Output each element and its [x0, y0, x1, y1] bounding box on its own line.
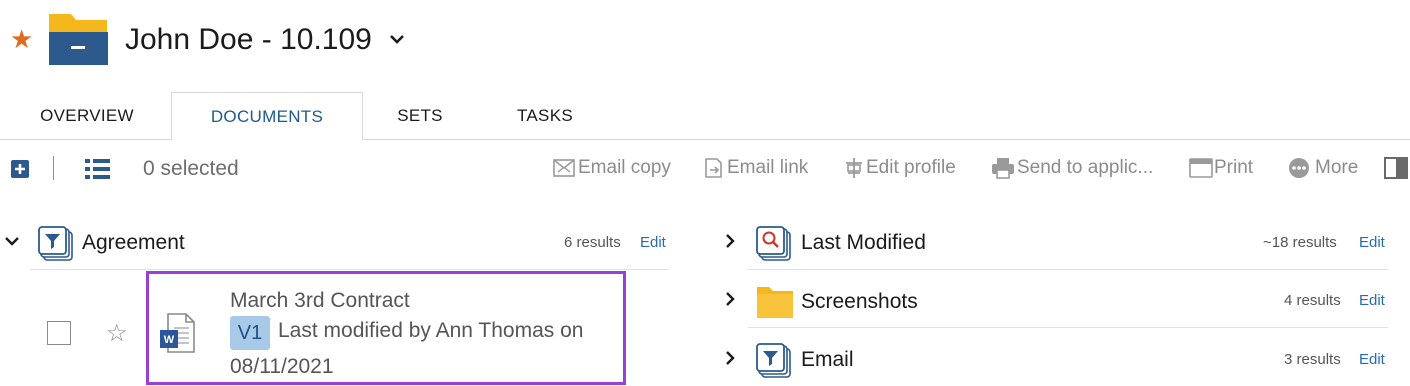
section-results-count: 4 results	[1284, 292, 1341, 309]
section-title-email[interactable]: Email	[801, 348, 854, 372]
section-edit-link[interactable]: Edit	[1359, 350, 1385, 370]
more-icon	[1288, 157, 1310, 179]
edit-profile-button[interactable]: Edit profile	[866, 156, 956, 180]
version-badge: V1	[230, 316, 270, 350]
favorite-star-icon[interactable]: ★	[10, 26, 33, 52]
more-button[interactable]: More	[1315, 156, 1358, 180]
send-to-application-button[interactable]: Send to applic...	[1017, 156, 1153, 180]
email-link-button[interactable]: Email link	[727, 156, 808, 180]
section-divider	[748, 327, 1388, 328]
row-select-checkbox[interactable]	[47, 321, 71, 345]
section-title-agreement[interactable]: Agreement	[82, 231, 185, 255]
tab-sets[interactable]: SETS	[380, 92, 460, 139]
page-title: John Doe - 10.109	[125, 23, 372, 56]
email-copy-button[interactable]: Email copy	[578, 156, 671, 180]
tab-tasks[interactable]: TASKS	[500, 92, 590, 139]
print-icon	[1189, 158, 1213, 178]
section-divider	[30, 269, 669, 270]
section-edit-link[interactable]: Edit	[640, 233, 666, 253]
toolbar-separator	[53, 156, 54, 180]
tab-documents[interactable]: DOCUMENTS	[171, 92, 363, 141]
tab-overview[interactable]: OVERVIEW	[22, 92, 152, 139]
workspace-folder-icon	[48, 12, 108, 66]
section-title-last-modified[interactable]: Last Modified	[801, 231, 926, 255]
document-title[interactable]: March 3rd Contract	[230, 288, 410, 314]
section-title-screenshots[interactable]: Screenshots	[801, 290, 918, 314]
svg-text:W: W	[164, 334, 175, 346]
selected-count: 0 selected	[143, 157, 239, 180]
expand-chevron-icon[interactable]	[722, 350, 738, 366]
search-stack-icon	[756, 226, 792, 262]
section-results-count: ~18 results	[1263, 234, 1337, 251]
collapse-chevron-icon[interactable]	[4, 233, 20, 249]
email-link-icon	[703, 157, 725, 179]
section-results-count: 3 results	[1284, 351, 1341, 368]
document-modified-date: 08/11/2021	[230, 355, 334, 378]
panel-toggle-icon[interactable]	[1384, 157, 1408, 179]
filter-stack-icon	[756, 343, 792, 379]
list-view-icon[interactable]	[85, 158, 111, 180]
title-chevron-down-icon[interactable]	[386, 28, 408, 55]
section-edit-link[interactable]: Edit	[1359, 233, 1385, 253]
section-edit-link[interactable]: Edit	[1359, 291, 1385, 311]
word-document-icon: W	[160, 312, 196, 354]
add-icon[interactable]	[10, 159, 30, 179]
expand-chevron-icon[interactable]	[722, 233, 738, 249]
print-button[interactable]: Print	[1214, 156, 1253, 180]
filter-stack-icon	[38, 226, 74, 262]
section-divider	[748, 269, 1388, 270]
row-favorite-star-icon[interactable]: ☆	[106, 322, 128, 346]
printer-icon	[991, 157, 1015, 179]
edit-profile-icon	[843, 157, 865, 179]
expand-chevron-icon[interactable]	[722, 291, 738, 307]
email-copy-icon	[553, 158, 577, 178]
section-results-count: 6 results	[564, 234, 621, 251]
document-modified-info: Last modified by Ann Thomas on	[278, 319, 584, 342]
folder-icon	[756, 285, 794, 319]
